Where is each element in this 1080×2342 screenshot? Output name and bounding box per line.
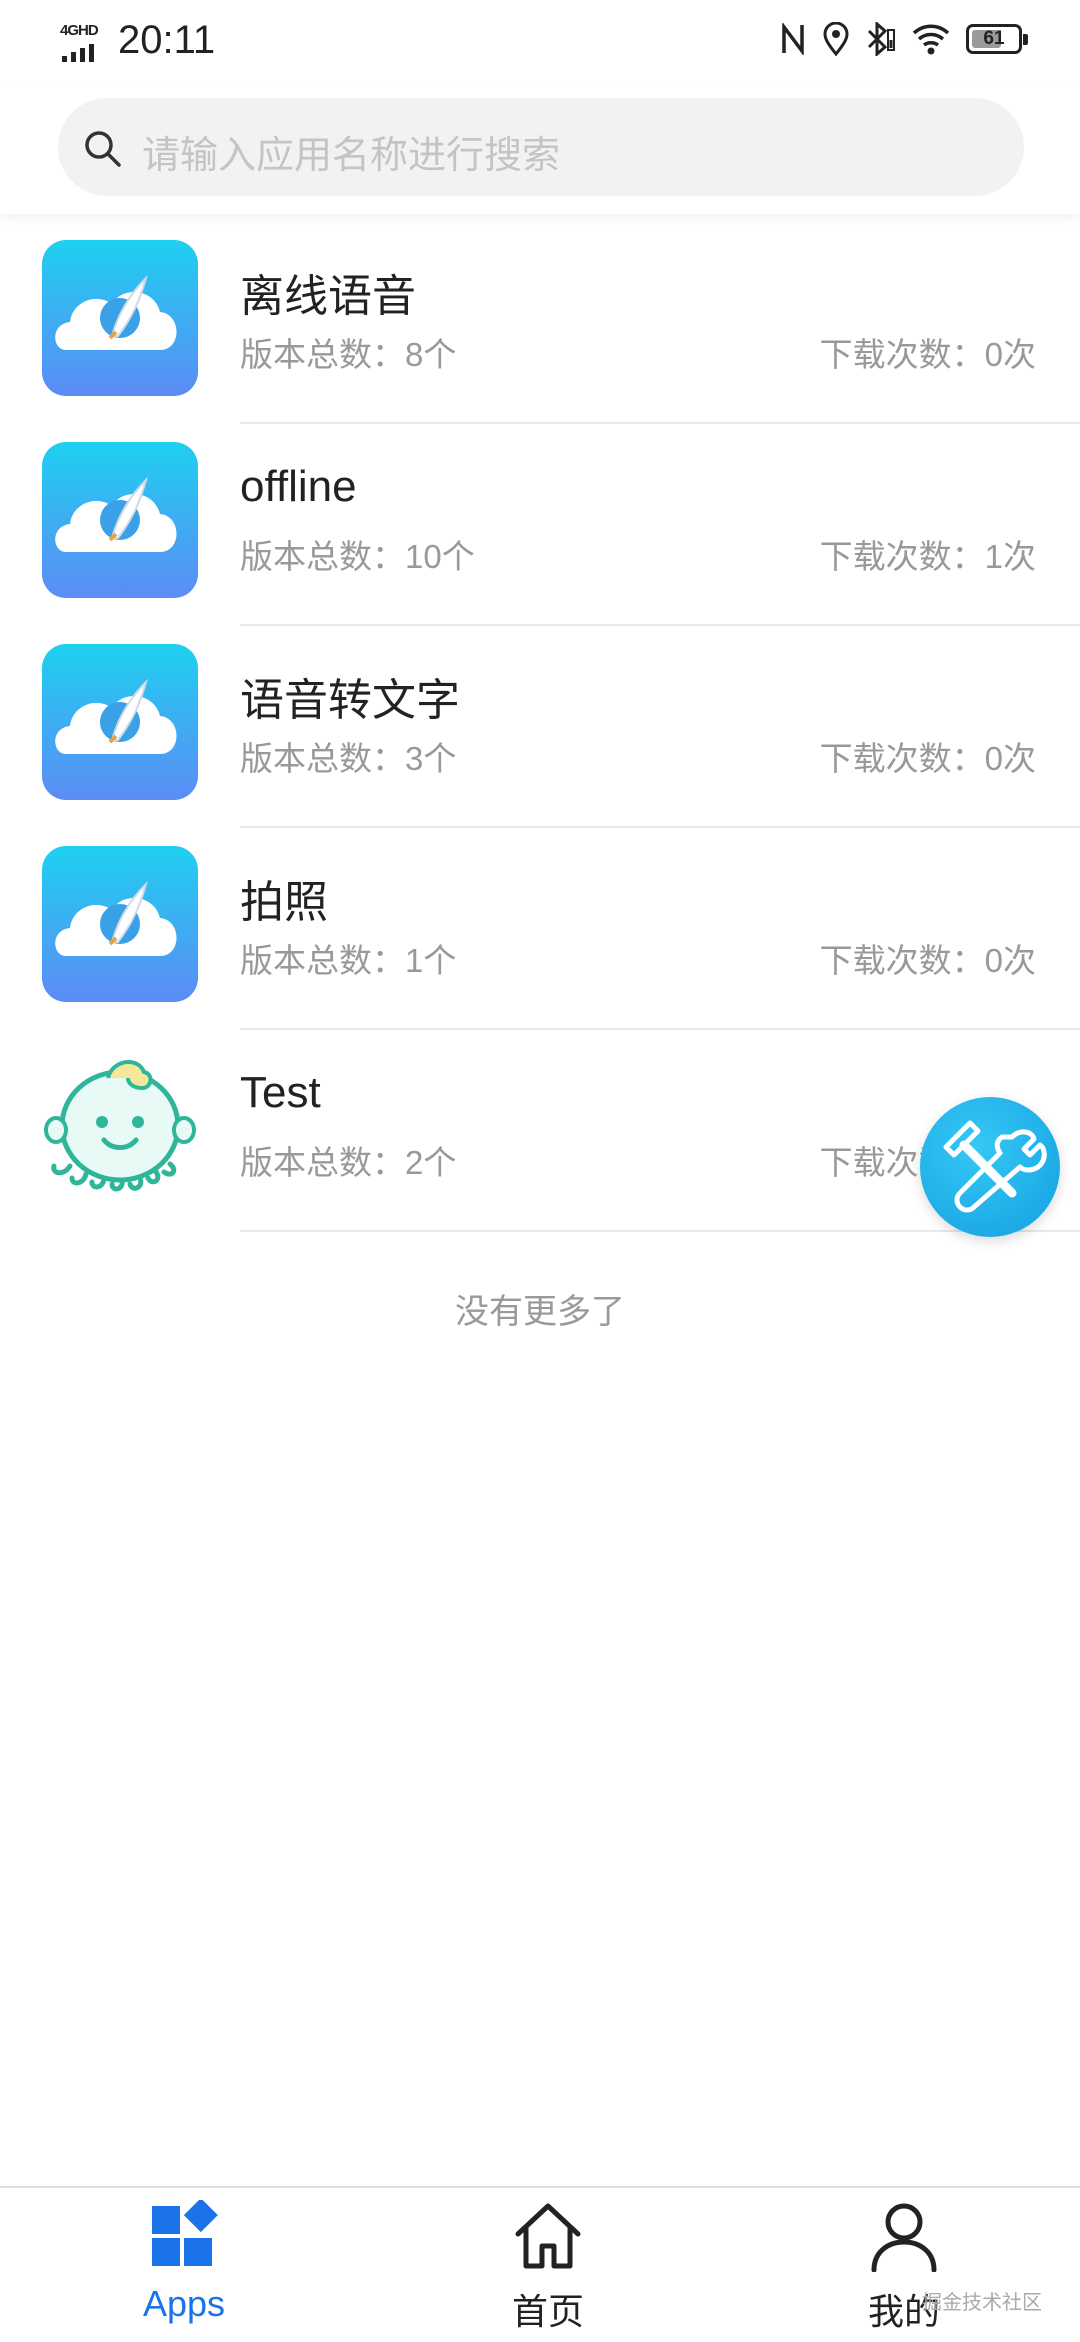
app-name: 拍照 [240,878,328,927]
search-input[interactable]: 请输入应用名称进行搜索 [58,98,1024,196]
app-version-count: 版本总数：8个 [240,336,457,373]
search-header: 请输入应用名称进行搜索 [0,86,1080,214]
app-list-item[interactable]: 语音转文字 版本总数：3个 下载次数：0次 [0,626,1080,828]
bluetooth-icon [867,22,895,56]
rocket-cloud-icon [42,240,198,396]
app-download-count: 下载次数：0次 [819,336,1036,373]
app-name: 离线语音 [240,272,416,321]
app-download-count: 下载次数：0次 [819,942,1036,979]
tab-label: Apps [142,2283,226,2324]
app-name: offline [240,462,357,511]
rocket-cloud-icon [42,846,198,1002]
app-download-count: 下载次数：0次 [819,740,1036,777]
rocket-cloud-icon [42,644,198,800]
wrench-hammer-icon [943,1120,1047,1213]
tab-profile[interactable]: 我的 [804,2200,1004,2340]
home-icon [515,2203,581,2269]
app-version-count: 版本总数：10个 [240,538,475,575]
app-name: Test [240,1068,321,1117]
bottom-tab-bar: Apps 首页 我的 [0,2186,1080,2342]
app-list-item[interactable]: Test 版本总数：2个 下载次数：0次 [0,1030,1080,1232]
wifi-icon [912,24,950,55]
app-list-item[interactable]: offline 版本总数：10个 下载次数：1次 [0,424,1080,626]
app-version-count: 版本总数：2个 [240,1144,457,1181]
status-time: 20:11 [118,18,216,62]
nfc-icon [782,23,804,55]
search-icon [85,131,121,167]
battery-level: 61 [983,28,1005,49]
watermark: 掘金技术社区 [922,2292,1042,2314]
tab-home[interactable]: 首页 [448,2200,648,2340]
signal-icon: 4GHD [58,22,106,62]
app-list: 离线语音 版本总数：8个 下载次数：0次 offline 版本总数：10个 下载… [0,222,1080,1232]
app-list-item[interactable]: 离线语音 版本总数：8个 下载次数：0次 [0,222,1080,424]
location-icon [823,22,849,56]
octopus-icon [42,1048,198,1204]
status-bar: 4GHD 20:11 61 [0,0,1080,86]
user-icon [871,2203,937,2273]
search-placeholder: 请输入应用名称进行搜索 [142,135,561,177]
app-version-count: 版本总数：3个 [240,740,457,777]
list-end-text: 没有更多了 [455,1293,625,1331]
network-type: 4GHD [60,22,99,39]
app-list-item[interactable]: 拍照 版本总数：1个 下载次数：0次 [0,828,1080,1030]
rocket-cloud-icon [42,442,198,598]
app-name: 语音转文字 [240,676,460,725]
tools-fab-button[interactable] [920,1097,1060,1237]
tab-label: 首页 [511,2291,584,2332]
app-download-count: 下载次数：1次 [819,538,1036,575]
app-version-count: 版本总数：1个 [240,942,457,979]
battery-icon: 61 [966,24,1028,54]
apps-grid-icon [152,2198,218,2266]
tab-apps[interactable]: Apps [84,2198,284,2340]
